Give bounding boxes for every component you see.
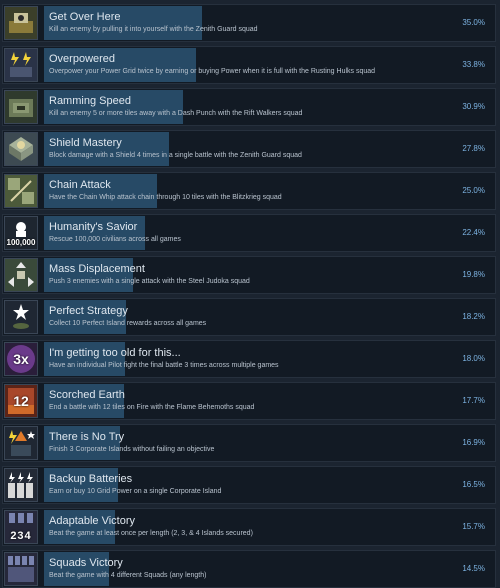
achievement-percent: 14.5% <box>462 564 485 573</box>
achievement-description: Have an individual Pilot fight the final… <box>49 362 279 369</box>
times-three-icon: 3x <box>4 342 38 376</box>
achievement-title: Chain Attack <box>49 179 111 191</box>
achievement-percent: 22.4% <box>462 228 485 237</box>
achievement-title: Humanity's Savior <box>49 221 138 233</box>
achievement-percent: 18.0% <box>462 354 485 363</box>
list-item[interactable]: There is No Try Finish 3 Corporate Islan… <box>2 424 496 462</box>
list-item[interactable]: Overpowered Overpower your Power Grid tw… <box>2 46 496 84</box>
list-item[interactable]: Chain Attack Have the Chain Whip attack … <box>2 172 496 210</box>
chain-whip-icon <box>4 174 38 208</box>
achievement-description: Kill an enemy 5 or more tiles away with … <box>49 110 303 117</box>
lightning-grid-icon <box>4 48 38 82</box>
achievement-description: Block damage with a Shield 4 times in a … <box>49 152 302 159</box>
achievement-description: Have the Chain Whip attack chain through… <box>49 194 282 201</box>
achievement-description: Beat the game at least once per length (… <box>49 530 253 537</box>
achievement-percent: 16.9% <box>462 438 485 447</box>
achievement-title: Scorched Earth <box>49 389 125 401</box>
achievement-percent: 33.8% <box>462 60 485 69</box>
list-item[interactable]: Ramming Speed Kill an enemy 5 or more ti… <box>2 88 496 126</box>
list-item[interactable]: Squads Victory Beat the game with 4 diff… <box>2 550 496 588</box>
achievement-description: Finish 3 Corporate Islands without faili… <box>49 446 215 453</box>
icon-counter-text: 234 <box>10 530 32 542</box>
achievement-description: Kill an enemy by pulling it into yoursel… <box>49 26 258 33</box>
list-item[interactable]: Mass Displacement Push 3 enemies with a … <box>2 256 496 294</box>
icon-counter-text: 12 <box>13 393 29 409</box>
achievement-title: Shield Mastery <box>49 137 122 149</box>
achievement-title: Mass Displacement <box>49 263 145 275</box>
list-item[interactable]: 100,000 Humanity's Savior Rescue 100,000… <box>2 214 496 252</box>
achievement-description: Rescue 100,000 civilians across all game… <box>49 236 181 243</box>
achievement-description: Beat the game with 4 different Squads (a… <box>49 572 207 579</box>
achievement-title: Overpowered <box>49 53 116 65</box>
shield-tile-icon <box>4 132 38 166</box>
achievement-percent: 19.8% <box>462 270 485 279</box>
achievement-list: Get Over Here Kill an enemy by pulling i… <box>0 0 500 588</box>
list-item[interactable]: Shield Mastery Block damage with a Shiel… <box>2 130 496 168</box>
achievement-title: Get Over Here <box>49 11 121 23</box>
push-arrows-icon <box>4 258 38 292</box>
ramming-mech-icon <box>4 90 38 124</box>
achievement-title: Squads Victory <box>49 557 123 569</box>
mech-pull-icon <box>4 6 38 40</box>
list-item[interactable]: 3x I'm getting too old for this... Have … <box>2 340 496 378</box>
icon-counter-text: 100,000 <box>6 238 36 247</box>
achievement-percent: 15.7% <box>462 522 485 531</box>
achievement-title: I'm getting too old for this... <box>49 347 181 359</box>
achievement-percent: 27.8% <box>462 144 485 153</box>
achievement-description: Overpower your Power Grid twice by earni… <box>49 68 376 75</box>
achievement-percent: 18.2% <box>462 312 485 321</box>
achievement-percent: 35.0% <box>462 18 485 27</box>
achievement-title: Perfect Strategy <box>49 305 128 317</box>
achievement-title: Ramming Speed <box>49 95 131 107</box>
achievement-title: Adaptable Victory <box>49 515 136 527</box>
achievement-description: Earn or buy 10 Grid Power on a single Co… <box>49 488 222 495</box>
achievement-title: Backup Batteries <box>49 473 133 485</box>
list-item[interactable]: Get Over Here Kill an enemy by pulling i… <box>2 4 496 42</box>
achievement-percent: 25.0% <box>462 186 485 195</box>
list-item[interactable]: 234 Adaptable Victory Beat the game at l… <box>2 508 496 546</box>
list-item[interactable]: 12 Scorched Earth End a battle with 12 t… <box>2 382 496 420</box>
squad-medals-icon <box>4 552 38 586</box>
achievement-description: Collect 10 Perfect Island rewards across… <box>49 320 207 327</box>
achievement-title: There is No Try <box>49 431 125 443</box>
achievement-percent: 17.7% <box>462 396 485 405</box>
list-item[interactable]: Backup Batteries Earn or buy 10 Grid Pow… <box>2 466 496 504</box>
objectives-icon <box>4 426 38 460</box>
medals-234-icon: 234 <box>4 510 38 544</box>
achievement-description: Push 3 enemies with a single attack with… <box>49 278 250 285</box>
achievement-description: End a battle with 12 tiles on Fire with … <box>49 404 255 411</box>
star-island-icon <box>4 300 38 334</box>
achievement-percent: 30.9% <box>462 102 485 111</box>
batteries-icon <box>4 468 38 502</box>
list-item[interactable]: Perfect Strategy Collect 10 Perfect Isla… <box>2 298 496 336</box>
fire-tiles-icon: 12 <box>4 384 38 418</box>
civilians-icon: 100,000 <box>4 216 38 250</box>
achievement-percent: 16.5% <box>462 480 485 489</box>
icon-counter-text: 3x <box>13 351 29 367</box>
